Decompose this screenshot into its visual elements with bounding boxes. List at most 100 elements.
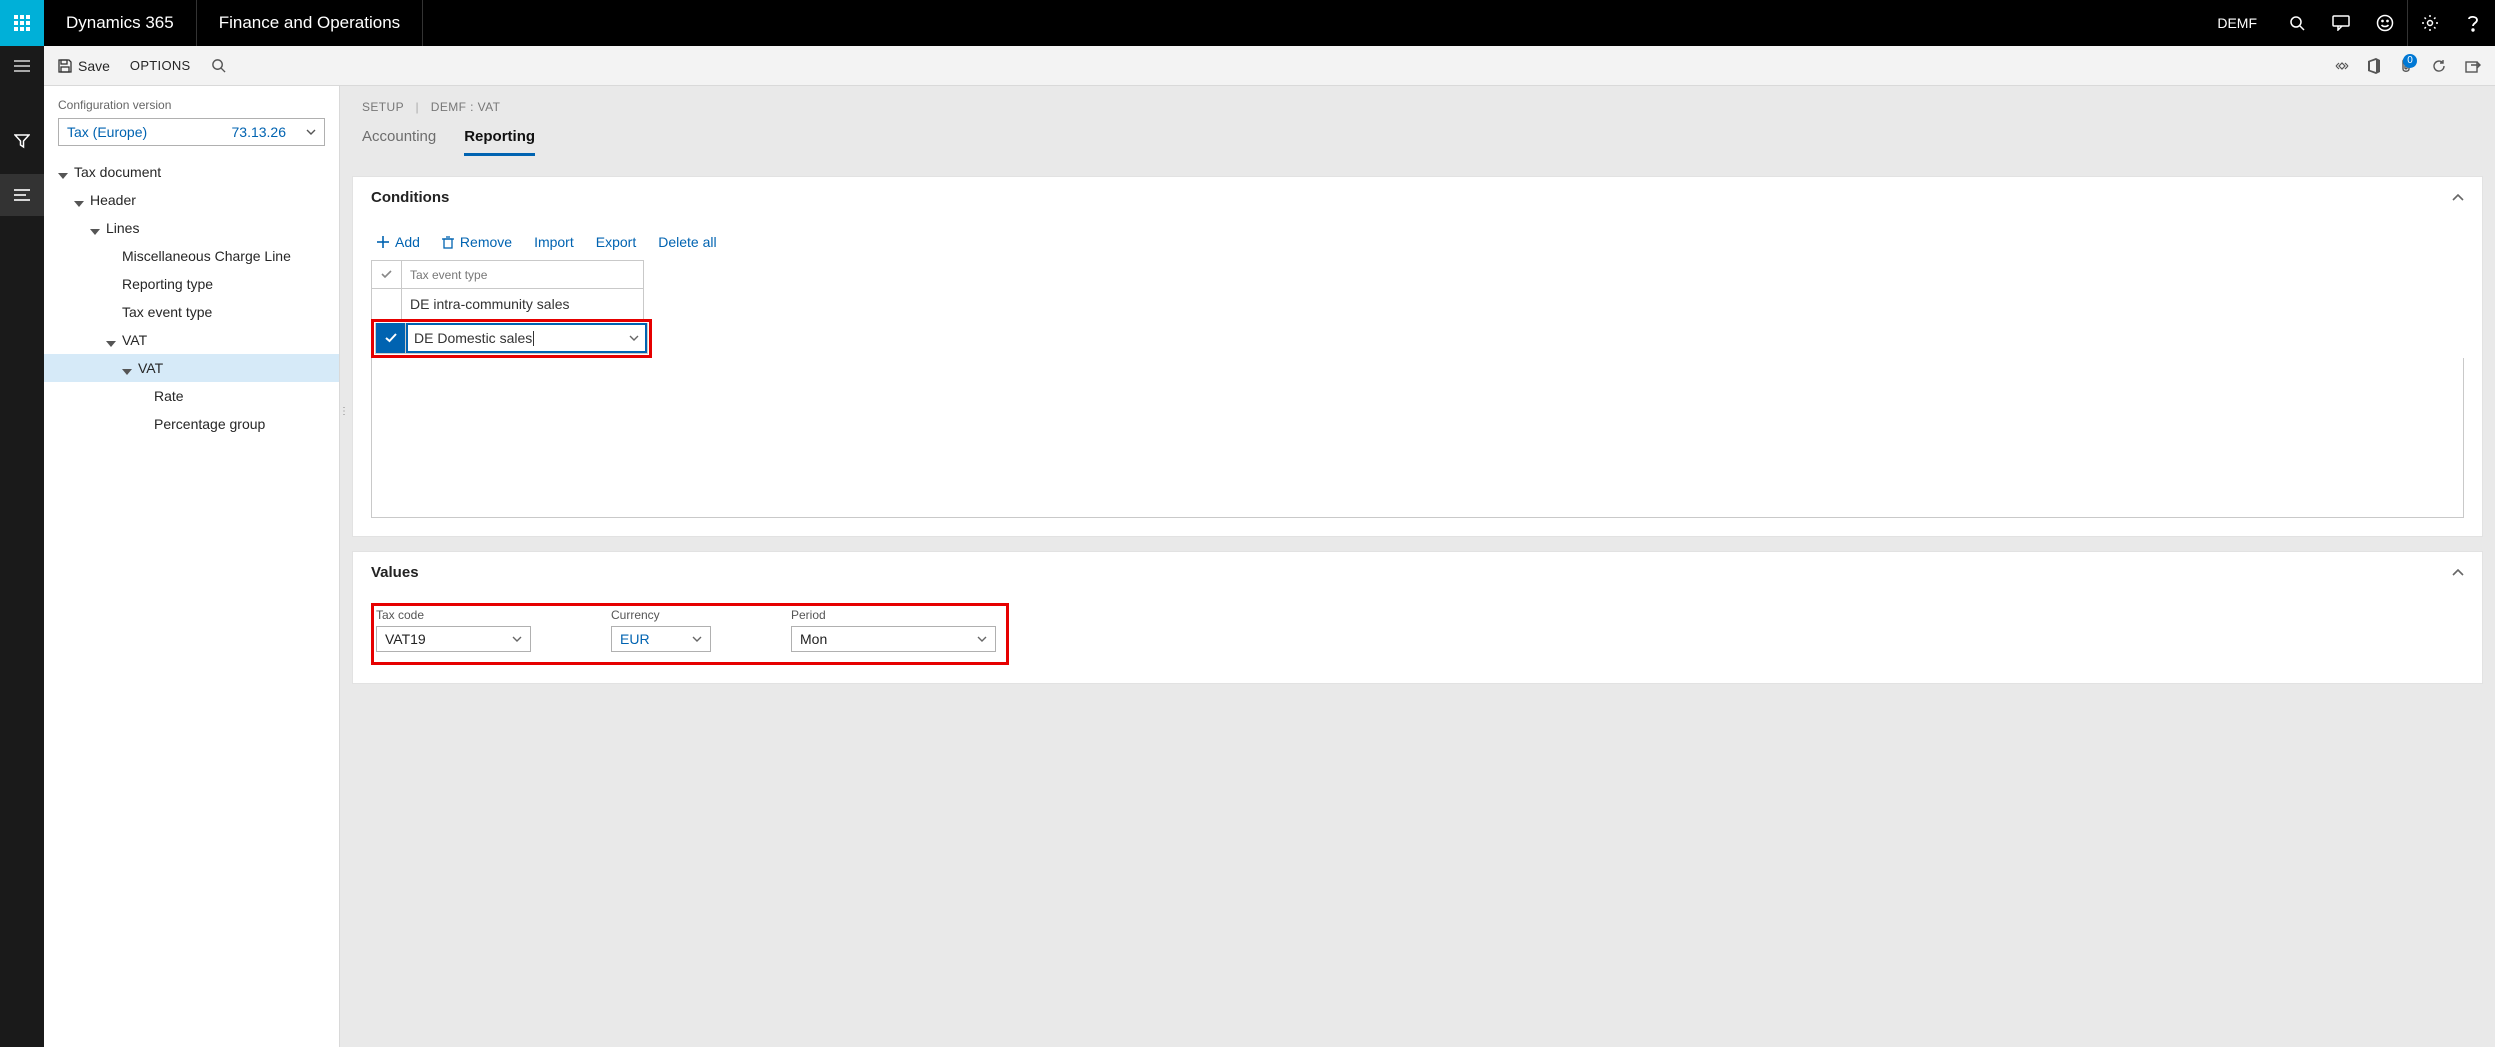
conditions-table: Tax event type DE intra-community sales (371, 260, 644, 320)
notification-button[interactable]: 0 (2399, 58, 2413, 74)
global-search-button[interactable] (2275, 0, 2319, 46)
tree-node-header[interactable]: Header (44, 186, 339, 214)
delete-all-button[interactable]: Delete all (658, 234, 716, 250)
conditions-header[interactable]: Conditions (353, 177, 2482, 218)
import-button[interactable]: Import (534, 234, 574, 250)
chevron-down-icon (692, 636, 702, 642)
help-button[interactable] (2451, 0, 2495, 46)
diamond-icon (2335, 59, 2349, 73)
chevron-up-icon (2452, 194, 2464, 202)
hamburger-button[interactable] (0, 46, 44, 86)
currency-label: Currency (611, 608, 711, 622)
values-header[interactable]: Values (353, 552, 2482, 593)
header-tax-event-type[interactable]: Tax event type (402, 261, 643, 288)
save-button[interactable]: Save (58, 58, 110, 74)
settings-button[interactable] (2407, 0, 2451, 46)
conditions-empty-area (371, 358, 2464, 518)
tree-node-percentage-group[interactable]: Percentage group (44, 410, 339, 438)
remove-button[interactable]: Remove (442, 234, 512, 250)
config-tree: Tax document Header Lines Miscellaneous … (44, 156, 339, 440)
splitter-handle[interactable]: ⋮ (340, 396, 348, 426)
popout-button[interactable] (2465, 59, 2481, 73)
smiley-icon (2376, 14, 2394, 32)
chevron-down-icon (306, 129, 316, 135)
check-icon (385, 333, 397, 343)
save-icon (58, 59, 72, 73)
waffle-icon (14, 15, 30, 31)
search-icon (2289, 15, 2305, 31)
tabs: Accounting Reporting (362, 128, 2473, 156)
left-rail (0, 46, 44, 1047)
table-header: Tax event type (372, 261, 643, 289)
config-panel: Configuration version Tax (Europe) 73.13… (44, 86, 340, 1047)
popout-icon (2465, 59, 2481, 73)
crumb-setup[interactable]: SETUP (362, 100, 404, 114)
tree-node-misc-charge-line[interactable]: Miscellaneous Charge Line (44, 242, 339, 270)
tax-code-label: Tax code (376, 608, 531, 622)
conditions-toolbar: Add Remove Import Export Delete all (371, 228, 2464, 260)
app-launcher-button[interactable] (0, 0, 44, 46)
tree-node-vat-child[interactable]: VAT (44, 354, 339, 382)
chevron-down-icon (512, 636, 522, 642)
hamburger-icon (14, 60, 30, 72)
config-version-number: 73.13.26 (232, 124, 307, 140)
field-tax-code: Tax code VAT19 (376, 608, 531, 652)
field-period: Period Mon (791, 608, 996, 652)
field-currency: Currency EUR (611, 608, 711, 652)
row-check[interactable] (372, 289, 402, 319)
period-label: Period (791, 608, 996, 622)
breadcrumb: SETUP | DEMF : VAT (362, 100, 2473, 114)
row-value-input[interactable]: DE Domestic sales (406, 323, 647, 353)
tree-node-vat[interactable]: VAT (44, 326, 339, 354)
company-label[interactable]: DEMF (2199, 15, 2275, 31)
config-section-label: Configuration version (44, 98, 339, 118)
row-check[interactable] (376, 323, 406, 353)
messages-button[interactable] (2319, 0, 2363, 46)
export-button[interactable]: Export (596, 234, 636, 250)
values-title: Values (371, 564, 419, 581)
trash-icon (442, 236, 454, 249)
tab-accounting[interactable]: Accounting (362, 128, 436, 156)
funnel-icon (14, 133, 30, 149)
content-area: ⋮ SETUP | DEMF : VAT Accounting Reportin… (340, 86, 2495, 1047)
tree-node-lines[interactable]: Lines (44, 214, 339, 242)
list-icon (14, 189, 30, 201)
table-row[interactable]: DE Domestic sales (376, 323, 647, 353)
tree-node-tax-event-type[interactable]: Tax event type (44, 298, 339, 326)
office-button[interactable] (2367, 58, 2381, 74)
page-search-button[interactable] (211, 58, 226, 73)
tab-reporting[interactable]: Reporting (464, 128, 535, 156)
tree-node-reporting-type[interactable]: Reporting type (44, 270, 339, 298)
chat-icon (2332, 15, 2350, 31)
chevron-up-icon (2452, 569, 2464, 577)
check-icon (381, 270, 392, 279)
tree-node-rate[interactable]: Rate (44, 382, 339, 410)
smiley-button[interactable] (2363, 0, 2407, 46)
brand-label[interactable]: Dynamics 365 (44, 0, 197, 46)
table-row[interactable]: DE intra-community sales (372, 289, 643, 319)
refresh-button[interactable] (2431, 58, 2447, 74)
list-button[interactable] (0, 174, 44, 216)
notification-badge: 0 (2403, 54, 2417, 68)
filter-button[interactable] (0, 120, 44, 162)
options-button[interactable]: OPTIONS (130, 58, 191, 73)
period-dropdown[interactable]: Mon (791, 626, 996, 652)
header-check-col[interactable] (372, 261, 402, 288)
attach-button[interactable] (2335, 59, 2349, 73)
product-label: Finance and Operations (197, 0, 423, 46)
plus-icon (377, 236, 389, 248)
help-icon (2466, 14, 2480, 32)
save-label: Save (78, 58, 110, 74)
gear-icon (2421, 14, 2439, 32)
tax-code-dropdown[interactable]: VAT19 (376, 626, 531, 652)
crumb-demf-vat: DEMF : VAT (431, 100, 501, 114)
row-value[interactable]: DE intra-community sales (402, 289, 643, 319)
conditions-title: Conditions (371, 189, 449, 206)
config-version-dropdown[interactable]: Tax (Europe) 73.13.26 (58, 118, 325, 146)
tree-node-tax-document[interactable]: Tax document (44, 158, 339, 186)
top-bar: Dynamics 365 Finance and Operations DEMF (0, 0, 2495, 46)
values-card: Values Tax code VAT19 (352, 551, 2483, 684)
currency-dropdown[interactable]: EUR (611, 626, 711, 652)
highlighted-row-frame: DE Domestic sales (371, 319, 652, 358)
add-button[interactable]: Add (377, 234, 420, 250)
